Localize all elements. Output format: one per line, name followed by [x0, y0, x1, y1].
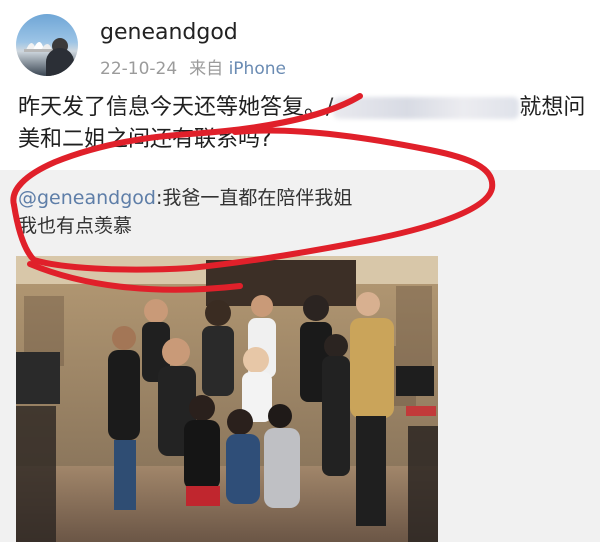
group-photo-image [16, 256, 438, 542]
repost-line-1: @geneandgod:我爸一直都在陪伴我姐 [18, 184, 352, 212]
repost-line-1-text: :我爸一直都在陪伴我姐 [155, 187, 353, 209]
post-source[interactable]: iPhone [229, 59, 286, 79]
post-header: geneandgod 22-10-24 来自 iPhone [16, 14, 576, 80]
source-prefix: 来自 [189, 59, 224, 79]
repost-card[interactable]: @geneandgod:我爸一直都在陪伴我姐 我也有点羡慕 [0, 170, 600, 542]
post-text-line-1-start: 昨天发了信息今天还等她答复。/ [18, 95, 334, 120]
post-text-line-2: 美和二姐之间还有联系吗? [18, 127, 272, 152]
username[interactable]: geneandgod [100, 20, 238, 45]
group-photo[interactable] [16, 256, 438, 542]
post-text: 昨天发了信息今天还等她答复。/ 就想问 美和二姐之间还有联系吗? [18, 92, 588, 156]
avatar[interactable] [16, 14, 78, 76]
post-text-line-1: 昨天发了信息今天还等她答复。/ 就想问 [18, 92, 588, 124]
repost-text: @geneandgod:我爸一直都在陪伴我姐 我也有点羡慕 [18, 184, 352, 240]
post-meta: 22-10-24 来自 iPhone [100, 54, 286, 79]
repost-line-2: 我也有点羡慕 [18, 215, 133, 237]
mention-link[interactable]: @geneandgod [18, 187, 156, 209]
post-date: 22-10-24 [100, 59, 178, 79]
avatar-person [46, 48, 74, 76]
post-text-line-1-end: 就想问 [519, 95, 586, 120]
redacted-text [333, 97, 520, 119]
